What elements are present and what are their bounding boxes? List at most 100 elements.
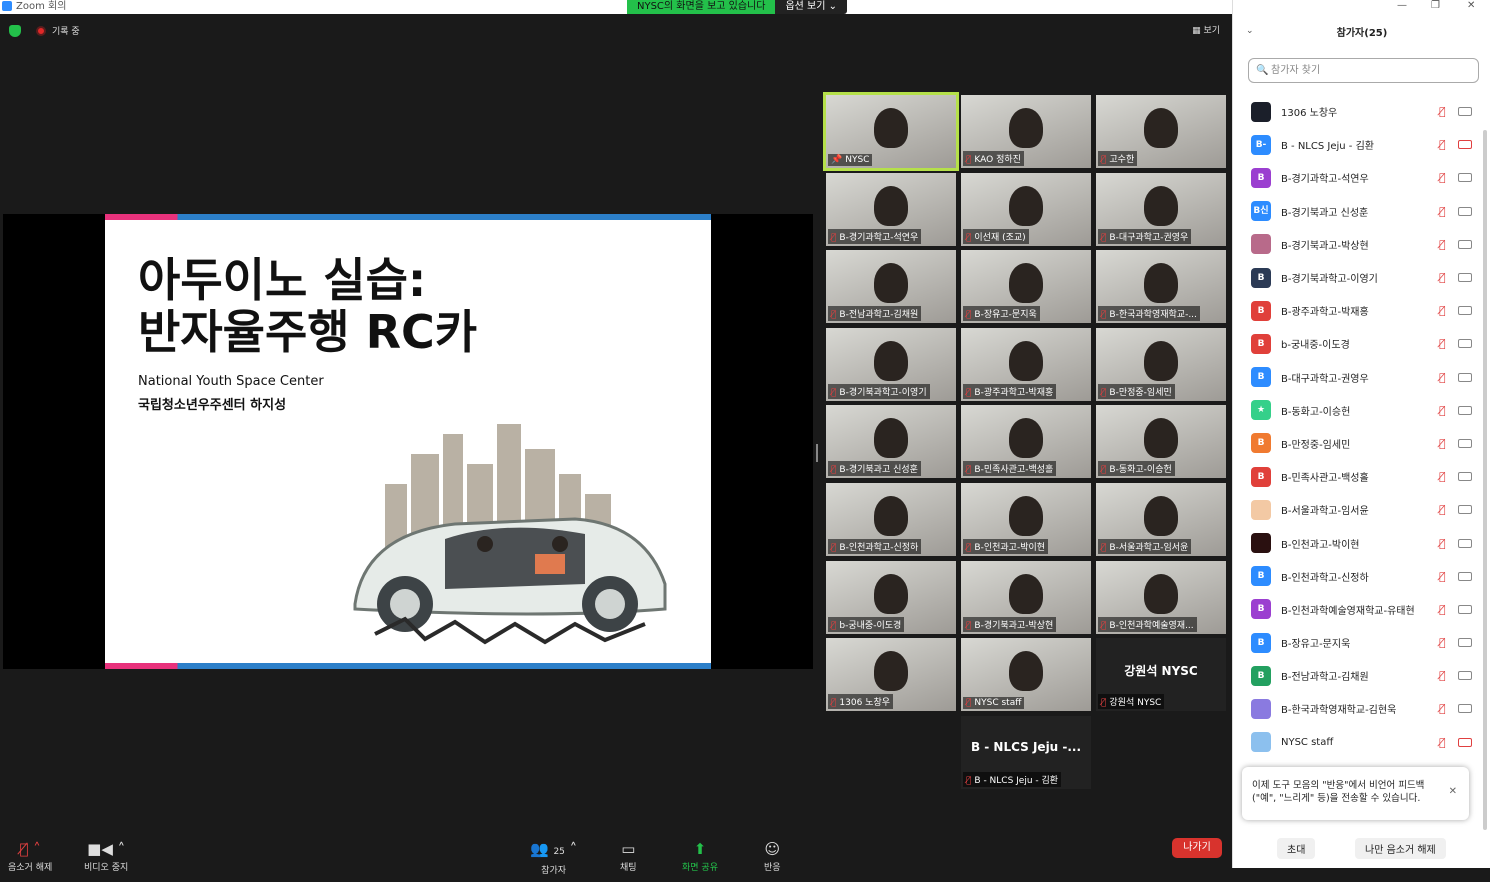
mic-muted-icon[interactable]: 🎙̸ xyxy=(1439,171,1446,184)
participant-list-item[interactable]: B- B - NLCS Jeju - 김환 🎙̸ xyxy=(1233,128,1483,161)
video-camera-icon[interactable] xyxy=(1458,472,1472,482)
video-off-icon[interactable] xyxy=(1458,737,1472,747)
invite-button[interactable]: 초대 xyxy=(1277,838,1316,859)
participant-list-item[interactable]: B B-경기북과학고-이영기 🎙̸ xyxy=(1233,261,1483,294)
mic-muted-icon[interactable]: 🎙̸ xyxy=(1439,337,1446,350)
unmute-me-button[interactable]: 나만 음소거 해제 xyxy=(1355,838,1446,859)
encryption-shield-icon[interactable] xyxy=(9,25,21,37)
mic-muted-icon[interactable]: 🎙̸ xyxy=(1439,702,1446,715)
mic-muted-icon[interactable]: 🎙̸ xyxy=(1439,238,1446,251)
video-camera-icon[interactable] xyxy=(1458,372,1472,382)
participant-tile[interactable]: 🎙̸ B-민족사관고-백성홀 xyxy=(961,405,1091,478)
close-icon[interactable]: ✕ xyxy=(1467,0,1475,11)
participant-tile[interactable]: 🎙̸ 1306 노창우 xyxy=(826,638,956,711)
participant-list-item[interactable]: B신 B-경기북과고 신성훈 🎙̸ xyxy=(1233,195,1483,228)
participant-list-scrollbar[interactable] xyxy=(1483,130,1487,830)
video-camera-icon[interactable] xyxy=(1458,671,1472,681)
mic-muted-icon[interactable]: 🎙̸ xyxy=(1439,138,1446,151)
reactions-button[interactable]: ☺ 반응 xyxy=(764,840,781,873)
video-camera-icon[interactable] xyxy=(1458,704,1472,714)
video-camera-icon[interactable] xyxy=(1458,438,1472,448)
mic-muted-icon[interactable]: 🎙̸ xyxy=(1439,537,1446,550)
participant-tile[interactable]: 🎙̸ B-광주과학고-박재홍 xyxy=(961,328,1091,401)
participant-tile[interactable]: 🎙̸ B-전남과학고-김채원 xyxy=(826,250,956,323)
participant-tile[interactable]: 🎙̸ B-경기북과학고-이영기 xyxy=(826,328,956,401)
participant-list-item[interactable]: B-서울과학고-임서윤 🎙̸ xyxy=(1233,493,1483,526)
participant-list-item[interactable]: B B-전남과학고-김채원 🎙̸ xyxy=(1233,659,1483,692)
mic-muted-icon[interactable]: 🎙̸ xyxy=(1439,271,1446,284)
participant-list-item[interactable]: B B-만정중-임세민 🎙̸ xyxy=(1233,427,1483,460)
video-camera-icon[interactable] xyxy=(1458,638,1472,648)
participant-tile[interactable]: 🎙̸ b-궁내중-이도경 xyxy=(826,561,956,634)
video-camera-icon[interactable] xyxy=(1458,273,1472,283)
mic-muted-icon[interactable]: 🎙̸ xyxy=(1439,636,1446,649)
view-button[interactable]: ▦ 보기 xyxy=(1192,23,1220,36)
participant-tile[interactable]: 🎙̸ B-경기북과고 신성훈 xyxy=(826,405,956,478)
participant-list-item[interactable]: B-한국과학영재학교-김현욱 🎙̸ xyxy=(1233,692,1483,725)
mic-muted-icon[interactable]: 🎙̸ xyxy=(1439,205,1446,218)
participant-tile[interactable]: 🎙̸ B-동화고-이승헌 xyxy=(1096,405,1226,478)
participant-tile[interactable]: 🎙̸ B-한국과학영재학교-... xyxy=(1096,250,1226,323)
participant-tile[interactable]: 📌 NYSC xyxy=(823,92,959,171)
participant-list-item[interactable]: B-경기북과고-박상현 🎙̸ xyxy=(1233,228,1483,261)
participant-list-item[interactable]: B B-인천과학예술영재학교-유태현 🎙̸ xyxy=(1233,593,1483,626)
participant-list-item[interactable]: 1306 노창우 🎙̸ xyxy=(1233,95,1483,128)
video-camera-icon[interactable] xyxy=(1458,405,1472,415)
participant-tile[interactable]: 🎙̸ B-경기북과고-박상현 xyxy=(961,561,1091,634)
unmute-button[interactable]: 🎙̸ ˄ 음소거 해제 xyxy=(8,840,52,873)
restore-icon[interactable]: ❐ xyxy=(1431,0,1440,11)
video-camera-icon[interactable] xyxy=(1458,604,1472,614)
participant-list-item[interactable]: B B-광주과학고-박재홍 🎙̸ xyxy=(1233,294,1483,327)
participant-tile[interactable]: 🎙̸ NYSC staff xyxy=(961,638,1091,711)
video-camera-icon[interactable] xyxy=(1458,571,1472,581)
video-camera-icon[interactable] xyxy=(1458,173,1472,183)
participant-tile[interactable]: 🎙̸ B-인천과학예술영재... xyxy=(1096,561,1226,634)
participant-list-item[interactable]: B B-민족사관고-백성홀 🎙̸ xyxy=(1233,460,1483,493)
mic-muted-icon[interactable]: 🎙̸ xyxy=(1439,470,1446,483)
mic-muted-icon[interactable]: 🎙̸ xyxy=(1439,570,1446,583)
mic-muted-icon[interactable]: 🎙̸ xyxy=(1439,371,1446,384)
mic-muted-icon[interactable]: 🎙̸ xyxy=(1439,304,1446,317)
chat-button[interactable]: ▭ 채팅 xyxy=(620,840,637,873)
participant-tile[interactable]: 🎙̸ B-서울과학고-임서윤 xyxy=(1096,483,1226,556)
close-tooltip-icon[interactable]: ✕ xyxy=(1449,785,1457,798)
participant-tile[interactable]: 🎙̸ B-인천과학고-신정하 xyxy=(826,483,956,556)
video-camera-icon[interactable] xyxy=(1458,107,1472,117)
leave-button[interactable]: 나가기 xyxy=(1172,838,1222,858)
video-camera-icon[interactable] xyxy=(1458,306,1472,316)
mic-muted-icon[interactable]: 🎙̸ xyxy=(1439,105,1446,118)
video-off-icon[interactable] xyxy=(1458,140,1472,150)
participant-search-input[interactable]: 🔍 참가자 찾기 xyxy=(1248,58,1479,83)
participant-list-item[interactable]: B B-인천과학고-신정하 🎙̸ xyxy=(1233,560,1483,593)
participants-button[interactable]: 👥 25 ˄ 참가자 xyxy=(530,840,577,876)
participant-tile[interactable]: 🎙̸ 이선재 (조교) xyxy=(961,173,1091,246)
participant-list-item[interactable]: Bb-궁내중-이도경 🎙̸ xyxy=(1233,327,1483,360)
participant-tile[interactable]: 🎙̸ B-만정중-임세민 xyxy=(1096,328,1226,401)
mic-muted-icon[interactable]: 🎙̸ xyxy=(1439,503,1446,516)
participant-tile[interactable]: 🎙̸ B-장유고-문지욱 xyxy=(961,250,1091,323)
participant-tile[interactable]: B - NLCS Jeju -... 🎙̸ B - NLCS Jeju - 김환 xyxy=(961,716,1091,789)
view-options-button[interactable]: 옵션 보기 ⌄ xyxy=(775,0,848,14)
participant-list-item[interactable]: B B-장유고-문지욱 🎙̸ xyxy=(1233,626,1483,659)
participant-tile[interactable]: 🎙̸ B-경기과학고-석연우 xyxy=(826,173,956,246)
participant-tile[interactable]: 🎙̸ KAO 정하진 xyxy=(961,95,1091,168)
participant-list-item[interactable]: NYSC staff 🎙̸ xyxy=(1233,726,1483,759)
participant-list-item[interactable]: B B-경기과학고-석연우 🎙̸ xyxy=(1233,161,1483,194)
video-camera-icon[interactable] xyxy=(1458,206,1472,216)
participant-tile[interactable]: 강원석 NYSC 🎙̸ 강원석 NYSC xyxy=(1096,638,1226,711)
mic-muted-icon[interactable]: 🎙̸ xyxy=(1439,603,1446,616)
video-camera-icon[interactable] xyxy=(1458,505,1472,515)
mic-muted-icon[interactable]: 🎙̸ xyxy=(1439,404,1446,417)
participant-tile[interactable]: 🎙̸ B-대구과학고-권영우 xyxy=(1096,173,1226,246)
participant-list-item[interactable]: B B-대구과학고-권영우 🎙̸ xyxy=(1233,361,1483,394)
participant-list-item[interactable]: B-인천과고-박이현 🎙̸ xyxy=(1233,526,1483,559)
mic-muted-icon[interactable]: 🎙̸ xyxy=(1439,736,1446,749)
resize-handle[interactable] xyxy=(816,444,818,462)
share-screen-button[interactable]: ⬆ 화면 공유 xyxy=(682,840,718,873)
video-camera-icon[interactable] xyxy=(1458,339,1472,349)
participant-tile[interactable]: 🎙̸ 고수한 xyxy=(1096,95,1226,168)
minimize-icon[interactable]: — xyxy=(1397,0,1407,11)
participant-list-item[interactable]: ★ B-동화고-이승헌 🎙̸ xyxy=(1233,394,1483,427)
video-camera-icon[interactable] xyxy=(1458,538,1472,548)
mic-muted-icon[interactable]: 🎙̸ xyxy=(1439,669,1446,682)
